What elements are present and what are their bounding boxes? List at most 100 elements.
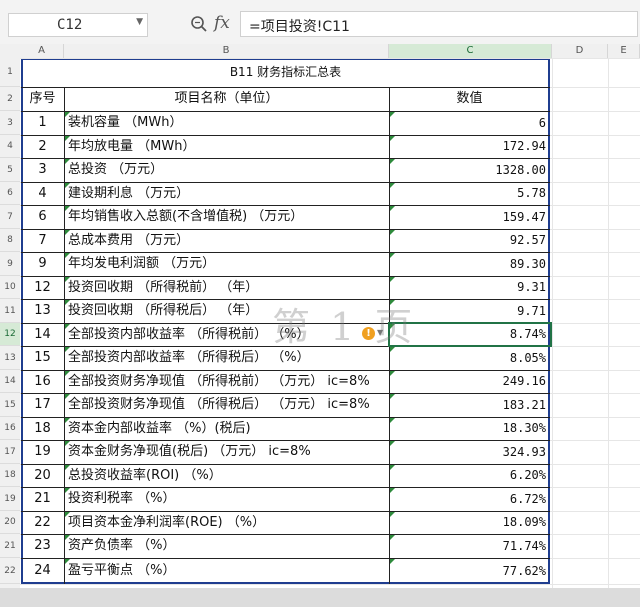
zoom-icon[interactable] <box>190 15 208 33</box>
row-header-7[interactable]: 7 <box>0 205 20 229</box>
table-row-name[interactable]: 总成本费用 （万元） <box>68 229 385 252</box>
column-header-b[interactable]: B <box>64 44 389 58</box>
row-header-21[interactable]: 21 <box>0 534 20 558</box>
row-header-2[interactable]: 2 <box>0 87 20 111</box>
table-row-value[interactable]: 18.09% <box>393 511 546 534</box>
row-header-15[interactable]: 15 <box>0 393 20 417</box>
table-row-seq[interactable]: 12 <box>25 276 60 299</box>
row-header-10[interactable]: 10 <box>0 276 20 299</box>
row-header-12[interactable]: 12 <box>0 323 20 346</box>
row-header-5[interactable]: 5 <box>0 158 20 182</box>
table-row-seq[interactable]: 21 <box>25 487 60 511</box>
column-header-e[interactable]: E <box>608 44 640 58</box>
table-row-value[interactable]: 18.30% <box>393 417 546 440</box>
table-row-seq[interactable]: 24 <box>25 558 60 584</box>
table-row-name[interactable]: 盈亏平衡点 （%） <box>68 558 385 584</box>
table-row-value[interactable]: 324.93 <box>393 440 546 464</box>
column-header-d[interactable]: D <box>552 44 608 58</box>
cell-indicator-icon <box>65 418 70 423</box>
chevron-down-icon[interactable]: ▼ <box>377 328 383 337</box>
table-row-seq[interactable]: 7 <box>25 229 60 252</box>
cell-indicator-icon <box>65 441 70 446</box>
table-row-value[interactable]: 5.78 <box>393 182 546 205</box>
table-row-value[interactable]: 6.20% <box>393 464 546 487</box>
table-row-seq[interactable]: 18 <box>25 417 60 440</box>
cell-indicator-icon <box>390 418 395 423</box>
table-row-value[interactable]: 6.72% <box>393 487 546 511</box>
table-row-name[interactable]: 项目资本金净利润率(ROE) （%） <box>68 511 385 534</box>
table-row-name[interactable]: 投资利税率 （%） <box>68 487 385 511</box>
row-header-22[interactable]: 22 <box>0 558 20 584</box>
row-header-13[interactable]: 13 <box>0 346 20 370</box>
header-seq[interactable]: 序号 <box>25 87 60 111</box>
table-row-value[interactable]: 77.62% <box>393 558 546 584</box>
row-header-11[interactable]: 11 <box>0 299 20 323</box>
cell-indicator-icon <box>390 465 395 470</box>
table-row-name[interactable]: 全部投资财务净现值 （所得税后） （万元） ic=8% <box>68 393 385 417</box>
row-header-6[interactable]: 6 <box>0 182 20 205</box>
table-row-seq[interactable]: 22 <box>25 511 60 534</box>
row-header-16[interactable]: 16 <box>0 417 20 440</box>
table-row-seq[interactable]: 16 <box>25 370 60 393</box>
warning-icon[interactable]: ! <box>362 327 375 340</box>
cell-indicator-icon <box>65 277 70 282</box>
table-row-value[interactable]: 92.57 <box>393 229 546 252</box>
row-header-9[interactable]: 9 <box>0 252 20 276</box>
chevron-down-icon[interactable]: ▼ <box>136 17 143 27</box>
name-box-value: C12 <box>57 17 83 33</box>
row-header-19[interactable]: 19 <box>0 487 20 511</box>
row-header-4[interactable]: 4 <box>0 135 20 158</box>
table-row-seq[interactable]: 9 <box>25 252 60 276</box>
row-header-20[interactable]: 20 <box>0 511 20 534</box>
row-header-18[interactable]: 18 <box>0 464 20 487</box>
table-row-name[interactable]: 年均放电量 （MWh） <box>68 135 385 158</box>
table-row-value[interactable]: 1328.00 <box>393 158 546 182</box>
table-row-seq[interactable]: 19 <box>25 440 60 464</box>
column-header-a[interactable]: A <box>20 44 64 58</box>
table-row-seq[interactable]: 20 <box>25 464 60 487</box>
row-header-17[interactable]: 17 <box>0 440 20 464</box>
table-row-name[interactable]: 总投资 （万元） <box>68 158 385 182</box>
table-row-value[interactable]: 172.94 <box>393 135 546 158</box>
row-header-14[interactable]: 14 <box>0 370 20 393</box>
table-row-name[interactable]: 建设期利息 （万元） <box>68 182 385 205</box>
table-row-name[interactable]: 年均销售收入总额(不含增值税) （万元） <box>68 205 385 229</box>
table-row-value[interactable]: 249.16 <box>393 370 546 393</box>
column-header-c[interactable]: C <box>389 44 552 58</box>
formula-input[interactable]: =项目投资!C11 <box>240 11 638 37</box>
table-row-seq[interactable]: 15 <box>25 346 60 370</box>
table-row-name[interactable]: 资本金财务净现值(税后) （万元） ic=8% <box>68 440 385 464</box>
function-icon[interactable]: fx <box>214 13 230 33</box>
row-header-8[interactable]: 8 <box>0 229 20 252</box>
table-row-name[interactable]: 资本金内部收益率 （%）(税后) <box>68 417 385 440</box>
table-row-name[interactable]: 总投资收益率(ROI) （%） <box>68 464 385 487</box>
header-name[interactable]: 项目名称（单位） <box>68 87 385 111</box>
table-row-value[interactable]: 183.21 <box>393 393 546 417</box>
table-row-seq[interactable]: 17 <box>25 393 60 417</box>
table-row-name[interactable]: 装机容量 （MWh） <box>68 111 385 135</box>
table-row-seq[interactable]: 4 <box>25 182 60 205</box>
table-row-seq[interactable]: 1 <box>25 111 60 135</box>
table-row-name[interactable]: 年均发电利润额 （万元） <box>68 252 385 276</box>
name-box[interactable]: C12 ▼ <box>8 13 148 37</box>
cell-indicator-icon <box>65 559 70 564</box>
table-row-seq[interactable]: 13 <box>25 299 60 323</box>
table-row-value[interactable]: 159.47 <box>393 205 546 229</box>
table-row-seq[interactable]: 2 <box>25 135 60 158</box>
table-row-value[interactable]: 71.74% <box>393 534 546 558</box>
table-row-seq[interactable]: 23 <box>25 534 60 558</box>
table-row-name[interactable]: 资产负债率 （%） <box>68 534 385 558</box>
table-row-name[interactable]: 全部投资财务净现值 （所得税前） （万元） ic=8% <box>68 370 385 393</box>
table-row-value[interactable]: 6 <box>393 111 546 135</box>
table-row-seq[interactable]: 3 <box>25 158 60 182</box>
cell-indicator-icon <box>65 112 70 117</box>
header-value[interactable]: 数值 <box>393 87 546 111</box>
cell-indicator-icon <box>65 371 70 376</box>
table-row-value[interactable]: 89.30 <box>393 252 546 276</box>
row-header-3[interactable]: 3 <box>0 111 20 135</box>
table-row-seq[interactable]: 14 <box>25 323 60 346</box>
row-header-1[interactable]: 1 <box>0 58 20 87</box>
formula-bar: C12 ▼ fx =项目投资!C11 <box>0 0 640 45</box>
table-row-seq[interactable]: 6 <box>25 205 60 229</box>
cell-indicator-icon <box>65 253 70 258</box>
